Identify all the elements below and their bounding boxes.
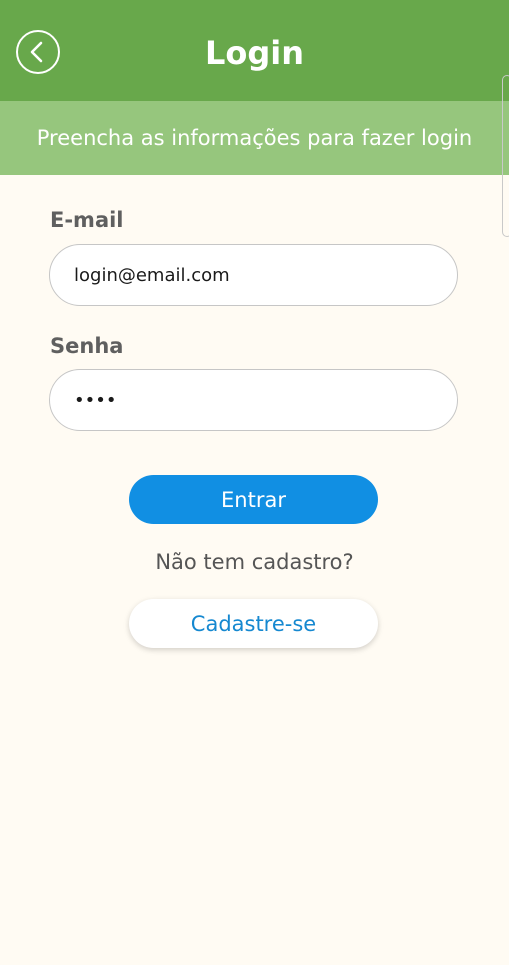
app-header: Login — [0, 0, 509, 101]
instruction-text: Preencha as informações para fazer login — [36, 126, 473, 150]
instruction-banner: Preencha as informações para fazer login — [0, 101, 509, 175]
register-button[interactable]: Cadastre-se — [129, 599, 378, 648]
password-field[interactable] — [49, 369, 458, 431]
no-account-text: Não tem cadastro? — [155, 550, 354, 574]
email-field[interactable] — [49, 244, 458, 306]
email-label: E-mail — [50, 208, 124, 232]
login-button[interactable]: Entrar — [129, 475, 378, 524]
page-title: Login — [204, 34, 305, 72]
password-label: Senha — [50, 334, 124, 358]
scroll-indicator[interactable] — [502, 75, 509, 237]
